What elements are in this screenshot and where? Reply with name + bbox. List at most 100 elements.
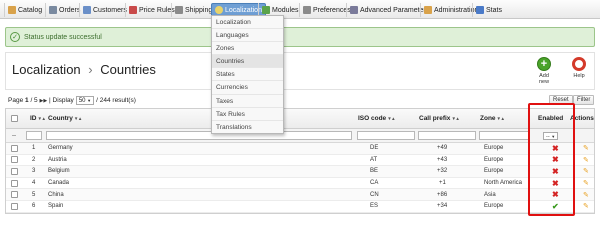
filter-country-input[interactable]: [46, 129, 352, 142]
cell-country: Spain: [48, 203, 64, 210]
tab-orders[interactable]: Orders: [45, 3, 83, 17]
cell-id: 4: [32, 180, 36, 187]
edit-wrench-icon[interactable]: ✎: [583, 143, 589, 154]
table-row[interactable]: 6 Spain ES +34 Europe ✔ ✎: [6, 201, 594, 213]
status-message: Status update successful: [24, 33, 102, 41]
cell-country: Austria: [48, 156, 67, 163]
cell-call-prefix: +1: [439, 180, 446, 187]
column-zone[interactable]: Zone ▼▲: [480, 109, 505, 128]
cell-zone: North America: [484, 180, 523, 187]
tab-label: Shipping: [185, 6, 213, 14]
row-checkbox[interactable]: [11, 155, 18, 166]
select-all-checkbox[interactable]: [11, 109, 18, 128]
row-checkbox[interactable]: [11, 178, 18, 189]
filter-id-input[interactable]: [26, 129, 42, 142]
cell-country: Canada: [48, 180, 70, 187]
next-page-icon[interactable]: ▶▶: [39, 98, 47, 104]
table-body: 1 Germany DE +49 Europe ✖ ✎ 2 Austria AT…: [6, 143, 594, 213]
menu-item-tax-rules[interactable]: Tax Rules: [212, 108, 283, 121]
column-id[interactable]: ID ▼▲: [30, 109, 46, 128]
stats-icon: [476, 6, 484, 14]
edit-wrench-icon[interactable]: ✎: [583, 189, 589, 200]
page-label: Page: [8, 97, 24, 104]
help-button[interactable]: Help: [569, 57, 589, 79]
per-page-select[interactable]: 50 ▼: [75, 96, 95, 105]
edit-wrench-icon[interactable]: ✎: [583, 155, 589, 166]
sort-arrows-icon[interactable]: ▼▲: [38, 116, 46, 121]
table-row[interactable]: 3 Belgium BE +32 Europe ✖ ✎: [6, 166, 594, 178]
edit-wrench-icon[interactable]: ✎: [583, 178, 589, 189]
cell-call-prefix: +86: [437, 191, 448, 198]
column-call-prefix[interactable]: Call prefix ▼▲: [419, 109, 460, 128]
column-country[interactable]: Country ▼▲: [48, 109, 82, 128]
filter-button[interactable]: Filter: [573, 95, 595, 105]
help-label: Help: [573, 73, 585, 79]
filter-enabled-select[interactable]: -- ▼: [541, 129, 560, 142]
tab-label: Advanced Parameters: [360, 6, 430, 14]
column-actions: Actions: [570, 109, 594, 128]
preferences-icon: [303, 6, 311, 14]
row-checkbox[interactable]: [11, 189, 18, 200]
menu-item-zones[interactable]: Zones: [212, 42, 283, 56]
menu-item-translations[interactable]: Translations: [212, 121, 283, 134]
current-page: 1: [25, 97, 29, 104]
disabled-x-icon[interactable]: ✖: [552, 189, 559, 200]
add-new-button[interactable]: + Add new: [534, 57, 554, 85]
table-row[interactable]: 4 Canada CA +1 North America ✖ ✎: [6, 178, 594, 190]
cell-zone: Europe: [484, 203, 504, 210]
tab-label: Customers: [93, 6, 127, 14]
disabled-x-icon[interactable]: ✖: [552, 166, 559, 177]
pagination-bar: Page 1 / 5 ▶▶ | Display 50 ▼ / 244 resul…: [8, 96, 136, 105]
table-row[interactable]: 1 Germany DE +49 Europe ✖ ✎: [6, 143, 594, 155]
chevron-down-icon: ▼: [87, 98, 92, 103]
table-row[interactable]: 2 Austria AT +43 Europe ✖ ✎: [6, 155, 594, 167]
table-row[interactable]: 5 China CN +86 Asia ✖ ✎: [6, 189, 594, 201]
tab-label: Modules: [272, 6, 299, 14]
cell-country: Germany: [48, 145, 73, 152]
tab-catalog[interactable]: Catalog: [4, 3, 45, 17]
disabled-x-icon[interactable]: ✖: [552, 143, 559, 154]
sort-arrows-icon[interactable]: ▼▲: [74, 116, 82, 121]
sort-arrows-icon[interactable]: ▼▲: [497, 116, 505, 121]
enabled-check-icon[interactable]: ✔: [552, 201, 559, 212]
countries-table: ID ▼▲ Country ▼▲ ISO code ▼▲ Call prefix ▼▲ …: [5, 108, 595, 214]
localization-dropdown-menu: Localization Languages Zones Countries S…: [211, 15, 284, 134]
column-enabled[interactable]: Enabled: [538, 109, 563, 128]
menu-item-taxes[interactable]: Taxes: [212, 95, 283, 108]
sort-arrows-icon[interactable]: ▼▲: [387, 116, 395, 121]
column-country-label: Country: [48, 115, 73, 122]
breadcrumb-parent[interactable]: Localization: [12, 62, 81, 77]
menu-item-countries[interactable]: Countries: [212, 55, 283, 69]
filter-iso-input[interactable]: [357, 129, 415, 142]
cell-iso: BE: [370, 168, 379, 175]
status-banner: ✓ Status update successful: [5, 27, 595, 47]
breadcrumb: Localization › Countries: [12, 62, 156, 77]
row-checkbox[interactable]: [11, 201, 18, 212]
catalog-icon: [8, 6, 16, 14]
filter-call-input[interactable]: [418, 129, 476, 142]
edit-wrench-icon[interactable]: ✎: [583, 201, 589, 212]
sort-arrows-icon[interactable]: ▼▲: [451, 116, 459, 121]
row-checkbox[interactable]: [11, 166, 18, 177]
cell-id: 3: [32, 168, 36, 175]
menu-item-localization[interactable]: Localization: [212, 16, 283, 30]
tab-shipping[interactable]: Shipping: [171, 3, 215, 17]
row-checkbox[interactable]: [11, 143, 18, 154]
tab-price-rules[interactable]: Price Rules: [125, 3, 178, 17]
disabled-x-icon[interactable]: ✖: [552, 178, 559, 189]
menu-item-currencies[interactable]: Currencies: [212, 81, 283, 95]
cell-iso: CN: [370, 191, 379, 198]
filter-zone-input[interactable]: [479, 129, 529, 142]
column-iso-code[interactable]: ISO code ▼▲: [358, 109, 396, 128]
edit-wrench-icon[interactable]: ✎: [583, 166, 589, 177]
cell-call-prefix: +32: [437, 168, 448, 175]
menu-item-states[interactable]: States: [212, 68, 283, 82]
reset-button[interactable]: Reset: [549, 95, 573, 105]
disabled-x-icon[interactable]: ✖: [552, 155, 559, 166]
column-call-label: Call prefix: [419, 115, 451, 122]
cell-id: 1: [32, 145, 36, 152]
tab-customers[interactable]: Customers: [79, 3, 130, 17]
menu-item-languages[interactable]: Languages: [212, 29, 283, 43]
column-zone-label: Zone: [480, 115, 496, 122]
tab-stats[interactable]: Stats: [472, 3, 505, 17]
